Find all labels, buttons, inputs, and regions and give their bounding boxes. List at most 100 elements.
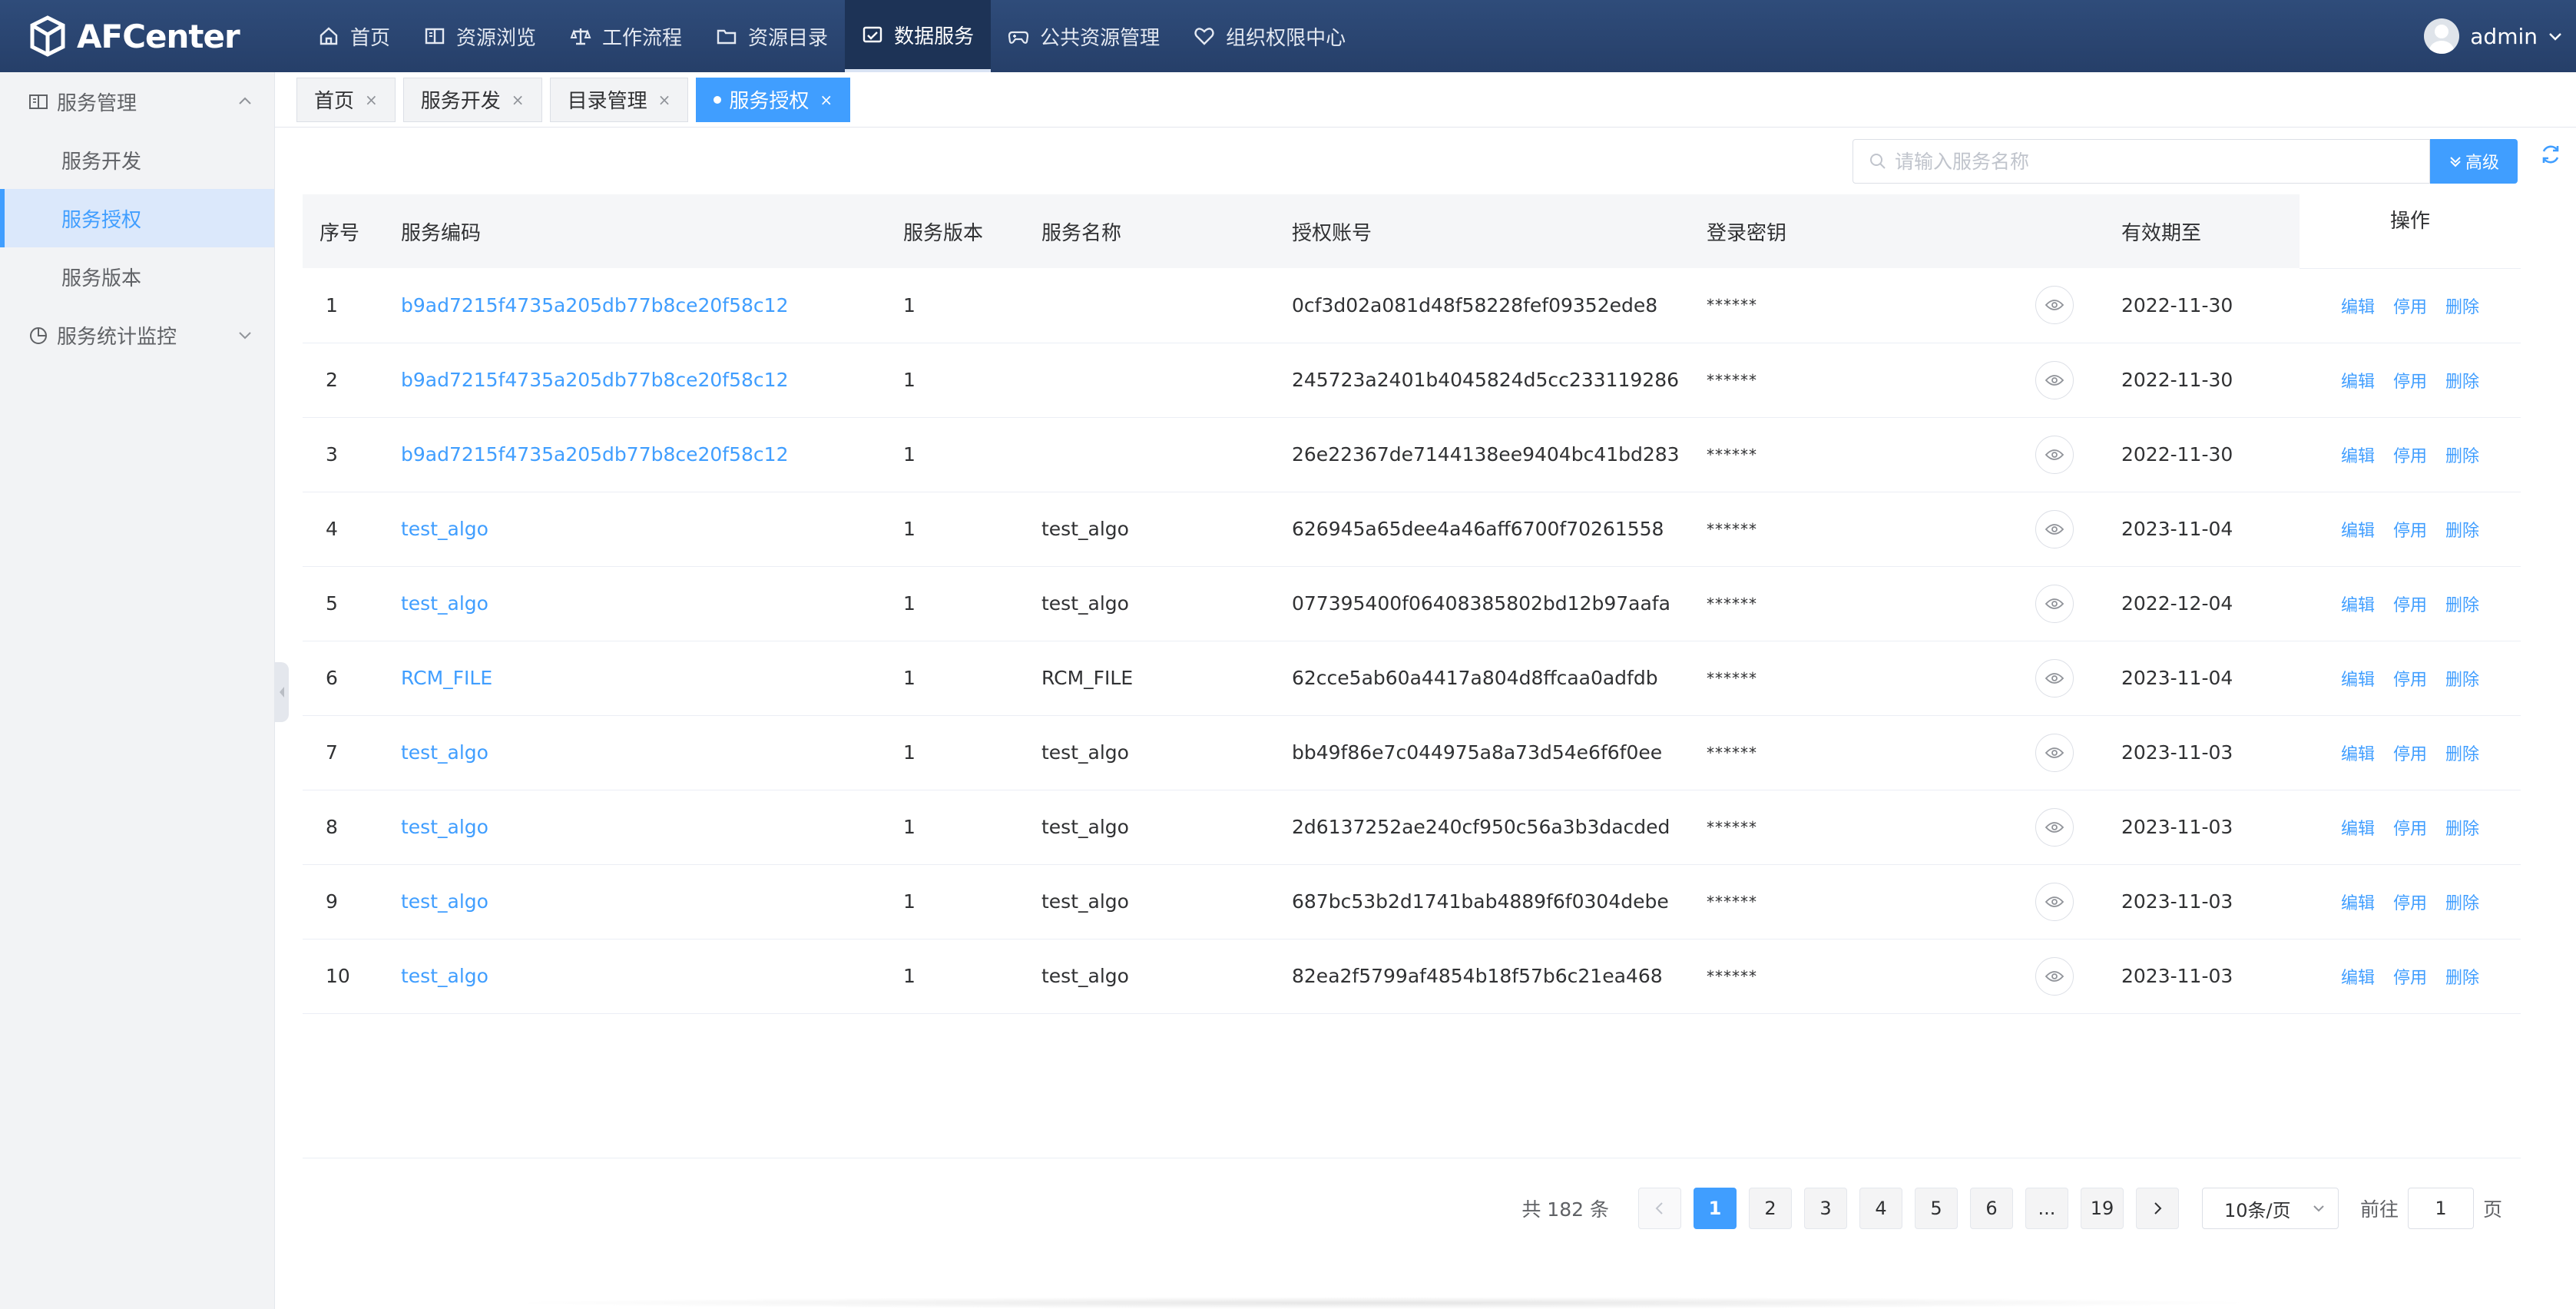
edit-link[interactable]: 编辑 (2341, 522, 2375, 541)
edit-link[interactable]: 编辑 (2341, 745, 2375, 764)
disable-link[interactable]: 停用 (2393, 522, 2427, 541)
delete-link[interactable]: 删除 (2445, 745, 2479, 764)
disable-link[interactable]: 停用 (2393, 820, 2427, 839)
disable-link[interactable]: 停用 (2393, 373, 2427, 392)
cell-code-link[interactable]: b9ad7215f4735a205db77b8ce20f58c12 (384, 417, 886, 492)
show-password-button[interactable] (2035, 286, 2074, 324)
page-button-4[interactable]: 4 (1859, 1188, 1902, 1229)
tab-catalog-management[interactable]: 目录管理 × (549, 77, 689, 122)
delete-link[interactable]: 删除 (2445, 522, 2479, 541)
close-icon[interactable]: × (819, 91, 833, 109)
nav-resource-browse[interactable]: 资源浏览 (407, 0, 553, 72)
show-password-button[interactable] (2035, 882, 2074, 921)
cell-code-link[interactable]: test_algo (384, 864, 886, 939)
delete-link[interactable]: 删除 (2445, 447, 2479, 466)
cell-code-link[interactable]: b9ad7215f4735a205db77b8ce20f58c12 (384, 268, 886, 343)
sidebar-group-service-management[interactable]: 服务管理 (0, 72, 274, 131)
cell-expire: 2023-11-03 (2121, 741, 2233, 764)
sidebar-item-service-auth[interactable]: 服务授权 (0, 189, 274, 247)
page-button-2[interactable]: 2 (1748, 1188, 1792, 1229)
delete-link[interactable]: 删除 (2445, 820, 2479, 839)
tab-service-auth[interactable]: 服务授权 × (696, 77, 851, 122)
edit-link[interactable]: 编辑 (2341, 671, 2375, 690)
edit-link[interactable]: 编辑 (2341, 596, 2375, 615)
sidebar-item-service-version[interactable]: 服务版本 (0, 247, 274, 306)
cell-code-link[interactable]: test_algo (384, 492, 886, 566)
cell-code-link[interactable]: test_algo (384, 939, 886, 1013)
edit-link[interactable]: 编辑 (2341, 447, 2375, 466)
sidebar-collapse-handle[interactable] (275, 662, 289, 722)
page-button-19[interactable]: 19 (2080, 1188, 2124, 1229)
edit-link[interactable]: 编辑 (2341, 298, 2375, 317)
cell-version: 1 (903, 667, 916, 689)
tab-home[interactable]: 首页 × (296, 77, 396, 122)
app-logo[interactable]: AFCenter (0, 0, 278, 72)
close-icon[interactable]: × (658, 91, 671, 109)
page-ellipsis-button[interactable]: ... (2025, 1188, 2068, 1229)
nav-public-resource[interactable]: 公共资源管理 (991, 0, 1177, 72)
show-password-button[interactable] (2035, 509, 2074, 548)
disable-link[interactable]: 停用 (2393, 447, 2427, 466)
sidebar-group-service-monitor[interactable]: 服务统计监控 (0, 306, 274, 364)
edit-link[interactable]: 编辑 (2341, 969, 2375, 988)
edit-link[interactable]: 编辑 (2341, 820, 2375, 839)
table-row: 7 test_algo 1 test_algo bb49f86e7c044975… (303, 715, 2521, 790)
delete-link[interactable]: 删除 (2445, 894, 2479, 913)
show-password-button[interactable] (2035, 658, 2074, 698)
delete-link[interactable]: 删除 (2445, 298, 2479, 317)
disable-link[interactable]: 停用 (2393, 894, 2427, 913)
tab-label: 服务开发 (420, 90, 501, 113)
eye-icon (2045, 896, 2064, 907)
page-button-5[interactable]: 5 (1914, 1188, 1958, 1229)
nav-data-service[interactable]: 数据服务 (845, 0, 992, 72)
edit-link[interactable]: 编辑 (2341, 373, 2375, 392)
disable-link[interactable]: 停用 (2393, 596, 2427, 615)
tab-service-dev[interactable]: 服务开发 × (402, 77, 542, 122)
page-size-value: 10条/页 (2223, 1199, 2291, 1221)
nav-org-permission[interactable]: 组织权限中心 (1177, 0, 1362, 72)
search-input[interactable] (1895, 150, 2417, 173)
close-icon[interactable]: × (512, 91, 525, 109)
cell-index: 3 (326, 443, 338, 466)
cell-code-link[interactable]: RCM_FILE (384, 641, 886, 715)
disable-link[interactable]: 停用 (2393, 745, 2427, 764)
cell-code-link[interactable]: test_algo (384, 790, 886, 864)
nav-home[interactable]: 首页 (301, 0, 407, 72)
cell-code-link[interactable]: test_algo (384, 566, 886, 641)
user-menu[interactable]: admin (2424, 0, 2564, 72)
goto-page-input[interactable] (2407, 1188, 2474, 1229)
goto-prefix: 前往 (2359, 1198, 2399, 1221)
delete-link[interactable]: 删除 (2445, 671, 2479, 690)
show-password-button[interactable] (2035, 360, 2074, 399)
disable-link[interactable]: 停用 (2393, 969, 2427, 988)
disable-link[interactable]: 停用 (2393, 671, 2427, 690)
show-password-button[interactable] (2035, 435, 2074, 474)
page-button-1[interactable]: 1 (1693, 1188, 1737, 1229)
next-page-button[interactable] (2135, 1188, 2179, 1229)
nav-workflow[interactable]: 工作流程 (553, 0, 699, 72)
advanced-search-button[interactable]: 高级 (2430, 139, 2518, 184)
tab-label: 目录管理 (567, 90, 647, 113)
edit-link[interactable]: 编辑 (2341, 894, 2375, 913)
chevron-right-icon (2154, 1202, 2162, 1215)
nav-label: 资源目录 (748, 26, 829, 50)
delete-link[interactable]: 删除 (2445, 373, 2479, 392)
page-button-6[interactable]: 6 (1969, 1188, 2013, 1229)
show-password-button[interactable] (2035, 956, 2074, 996)
close-icon[interactable]: × (365, 91, 378, 109)
nav-resource-catalog[interactable]: 资源目录 (699, 0, 845, 72)
show-password-button[interactable] (2035, 584, 2074, 623)
show-password-button[interactable] (2035, 733, 2074, 772)
eye-icon (2045, 970, 2064, 982)
prev-page-button[interactable] (1637, 1188, 1681, 1229)
page-button-3[interactable]: 3 (1803, 1188, 1847, 1229)
page-size-select[interactable]: 10条/页 (2201, 1188, 2339, 1229)
show-password-button[interactable] (2035, 807, 2074, 847)
disable-link[interactable]: 停用 (2393, 298, 2427, 317)
cell-code-link[interactable]: test_algo (384, 715, 886, 790)
delete-link[interactable]: 删除 (2445, 969, 2479, 988)
delete-link[interactable]: 删除 (2445, 596, 2479, 615)
cell-code-link[interactable]: b9ad7215f4735a205db77b8ce20f58c12 (384, 343, 886, 417)
refresh-icon[interactable] (2538, 141, 2564, 167)
sidebar-item-service-dev[interactable]: 服务开发 (0, 131, 274, 189)
